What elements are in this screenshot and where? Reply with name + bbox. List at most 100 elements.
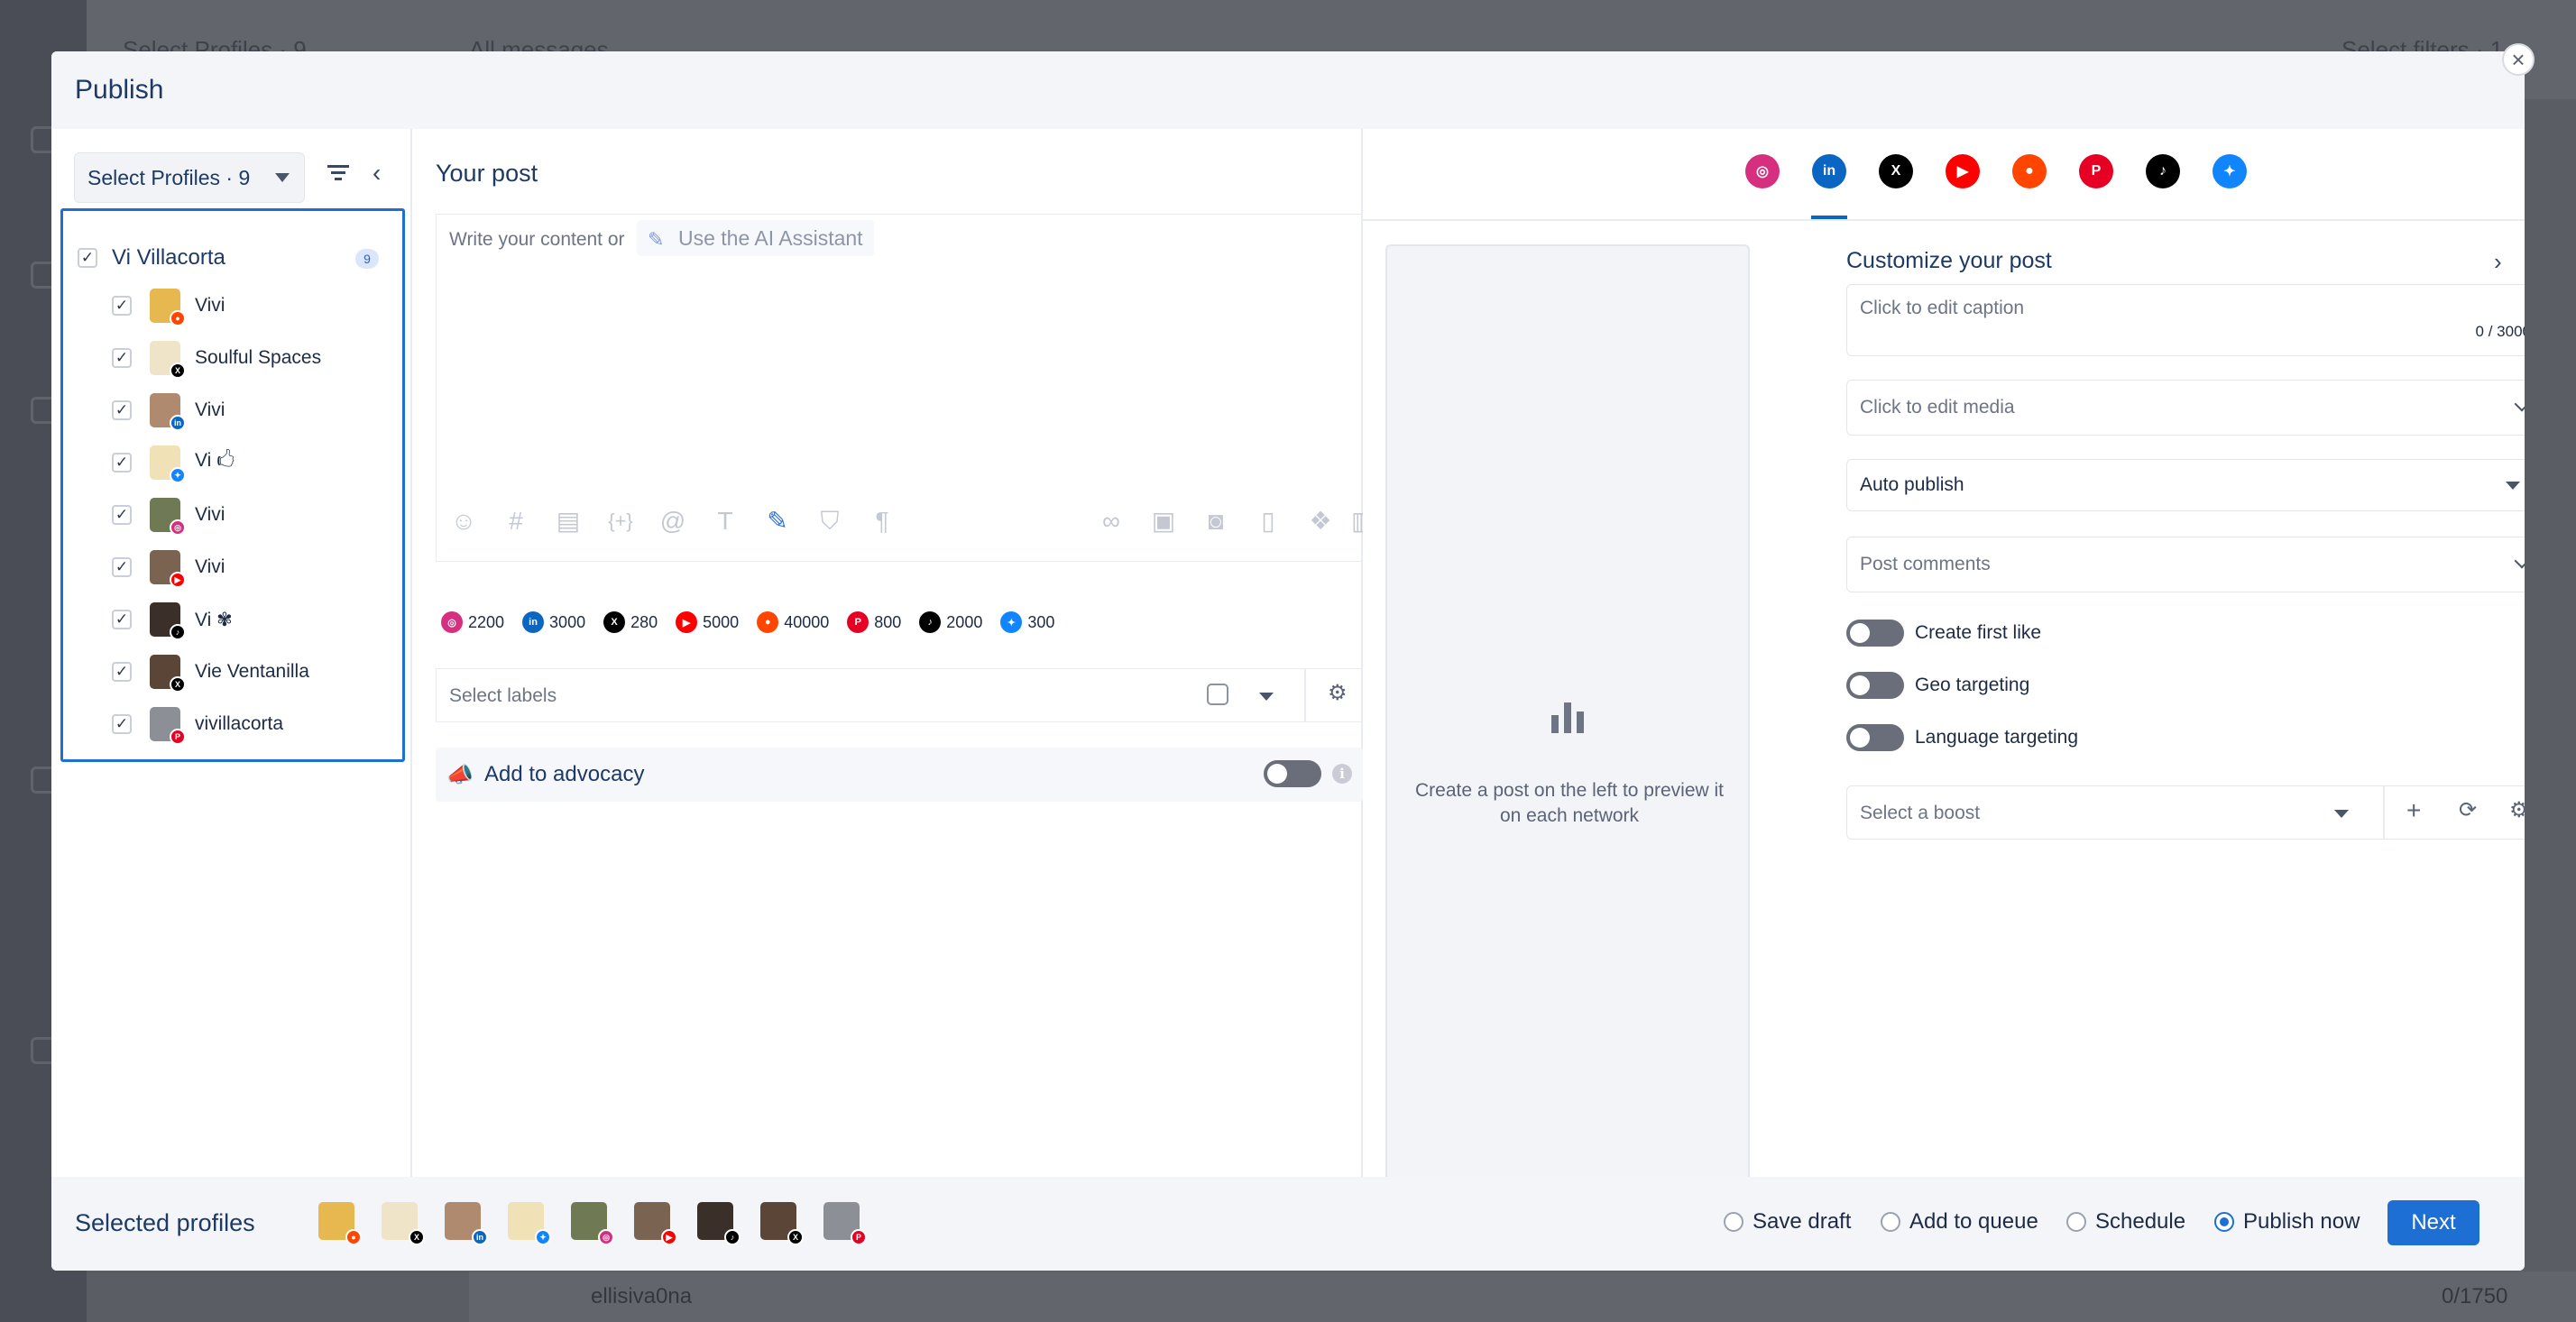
profile-row[interactable]: ✓ ▶ Vivi — [112, 545, 225, 590]
profile-row[interactable]: ✓ in Vivi — [112, 388, 225, 433]
profile-checkbox[interactable]: ✓ — [112, 400, 132, 420]
selected-profile-avatar[interactable]: ◎ — [571, 1202, 614, 1245]
media-field[interactable]: Click to edit media — [1846, 380, 2525, 436]
gear-icon[interactable]: ⚙ — [1328, 680, 1348, 706]
tab-reddit-icon[interactable]: ● — [2012, 154, 2047, 188]
profile-row[interactable]: ✓ X Soulful Spaces — [112, 335, 321, 381]
selected-profile-avatar[interactable]: X — [382, 1202, 425, 1245]
profile-group[interactable]: ✓ Vi Villacorta 9 — [78, 242, 384, 274]
radio-button[interactable] — [1881, 1212, 1900, 1232]
profile-checkbox[interactable]: ✓ — [112, 453, 132, 473]
emoji-icon[interactable]: ☺ — [449, 507, 478, 536]
caret-down-icon[interactable] — [1259, 693, 1274, 701]
caret-down-icon — [2334, 810, 2349, 818]
text-format-icon[interactable]: T — [711, 507, 740, 536]
shield-icon[interactable]: ⛉ — [815, 507, 844, 536]
tab-linkedin-icon[interactable]: in — [1812, 154, 1846, 188]
radio-button[interactable] — [1724, 1212, 1743, 1232]
video-icon[interactable]: ▣ — [1149, 507, 1178, 536]
link-icon[interactable]: ∞ — [1097, 507, 1126, 536]
radio-button[interactable] — [2066, 1212, 2086, 1232]
profile-row[interactable]: ✓ ♪ Vi ✾ — [112, 597, 233, 642]
document-icon[interactable]: ▯ — [1254, 507, 1283, 536]
profile-row[interactable]: ✓ ✦ Vi 🖒 — [112, 440, 235, 485]
editor-placeholder: Write your content or — [449, 229, 625, 250]
selected-profile-avatar[interactable]: X — [760, 1202, 804, 1245]
tab-youtube-icon[interactable]: ▶ — [1946, 154, 1980, 188]
copy-labels-icon[interactable] — [1207, 684, 1228, 705]
profile-name: Vi 🖒 — [195, 449, 235, 471]
radio-button[interactable] — [2214, 1212, 2234, 1232]
selected-profile-avatar[interactable]: P — [823, 1202, 867, 1245]
advocacy-toggle[interactable] — [1264, 760, 1321, 787]
group-name: Vi Villacorta — [112, 245, 225, 270]
toggle-geo-targeting[interactable]: Geo targeting — [1846, 670, 2029, 701]
toggle-create-first-like[interactable]: Create first like — [1846, 618, 2041, 648]
info-icon[interactable]: i — [1332, 764, 1352, 784]
geo-targeting-toggle[interactable] — [1846, 672, 1904, 699]
tab-x-icon[interactable]: X — [1879, 154, 1913, 188]
option-publish-now[interactable]: Publish now — [2214, 1209, 2360, 1235]
profile-row[interactable]: ✓ ◎ Vivi — [112, 492, 225, 537]
preview-panel: Create a post on the left to preview it … — [1385, 244, 1750, 1177]
x-badge-icon: X — [409, 1229, 425, 1245]
reddit-badge-icon: ● — [170, 310, 186, 326]
caption-field[interactable]: Click to edit caption 0 / 3000 — [1846, 284, 2525, 356]
profile-row[interactable]: ✓ ● Vivi — [112, 283, 225, 328]
selected-profile-avatar[interactable]: in — [445, 1202, 488, 1245]
option-add-to-queue[interactable]: Add to queue — [1881, 1209, 2038, 1235]
profile-row[interactable]: ✓ X Vie Ventanilla — [112, 649, 309, 694]
variable-icon[interactable]: {+} — [606, 507, 635, 536]
preview-area: Create a post on the left to preview it … — [1363, 221, 1819, 1177]
char-limit-tiktok: ♪ 2000 — [919, 611, 982, 633]
hashtag-icon[interactable]: # — [501, 507, 530, 536]
publish-mode-select[interactable]: Auto publish — [1846, 459, 2525, 511]
profile-checkbox[interactable]: ✓ — [112, 714, 132, 734]
next-button[interactable]: Next — [2387, 1200, 2479, 1245]
selected-profile-avatar[interactable]: ♪ — [697, 1202, 741, 1245]
select-profiles-dropdown[interactable]: Select Profiles · 9 — [74, 152, 305, 203]
tab-instagram-icon[interactable]: ◎ — [1745, 154, 1780, 188]
camera-icon[interactable]: ◙ — [1201, 507, 1230, 536]
chevron-left-icon[interactable]: ‹ — [373, 161, 394, 186]
labels-select[interactable]: Select labels ⚙ — [436, 668, 1363, 722]
selected-profile-avatar[interactable]: ● — [318, 1202, 362, 1245]
pinterest-icon: P — [847, 611, 869, 633]
ai-wand-icon[interactable]: ✎ — [763, 507, 792, 536]
tab-tiktok-icon[interactable]: ♪ — [2146, 154, 2180, 188]
profile-checkbox[interactable]: ✓ — [112, 505, 132, 525]
language-targeting-toggle[interactable] — [1846, 724, 1904, 751]
option-save-draft[interactable]: Save draft — [1724, 1209, 1851, 1235]
select-profiles-label: Select Profiles · 9 — [87, 165, 251, 189]
selected-profile-avatar[interactable]: ▶ — [634, 1202, 677, 1245]
close-icon[interactable]: × — [2502, 43, 2535, 76]
profile-checkbox[interactable]: ✓ — [112, 296, 132, 316]
gear-icon[interactable]: ⚙ — [2509, 797, 2525, 824]
refresh-icon[interactable]: ⟳ — [2459, 797, 2477, 824]
first-like-toggle[interactable] — [1846, 620, 1904, 647]
chevron-right-icon[interactable]: › — [2494, 248, 2502, 276]
media-library-icon[interactable]: ❖ — [1306, 507, 1335, 536]
bar-chart-icon — [1550, 697, 1586, 733]
add-boost-icon[interactable]: + — [2406, 797, 2421, 824]
tab-bluesky-icon[interactable]: ✦ — [2213, 154, 2247, 188]
profile-checkbox[interactable]: ✓ — [112, 610, 132, 629]
toggle-language-targeting[interactable]: Language targeting — [1846, 722, 2078, 753]
boost-select[interactable]: Select a boost + ⟳ ⚙ — [1846, 785, 2525, 840]
group-checkbox[interactable]: ✓ — [78, 248, 97, 268]
selected-profile-avatar[interactable]: ✦ — [508, 1202, 551, 1245]
mention-icon[interactable]: @ — [658, 507, 687, 536]
filter-icon[interactable] — [326, 163, 351, 183]
post-comments-field[interactable]: Post comments — [1846, 537, 2525, 592]
profile-checkbox[interactable]: ✓ — [112, 348, 132, 368]
post-editor[interactable]: Write your content or ✎ Use the AI Assis… — [436, 214, 1375, 562]
profile-checkbox[interactable]: ✓ — [112, 662, 132, 682]
paragraph-icon[interactable]: ¶ — [868, 507, 897, 536]
ai-assistant-button[interactable]: ✎ Use the AI Assistant — [637, 220, 874, 256]
snippet-icon[interactable]: ▤ — [554, 507, 583, 536]
tab-pinterest-icon[interactable]: P — [2079, 154, 2113, 188]
profile-checkbox[interactable]: ✓ — [112, 557, 132, 577]
profile-row[interactable]: ✓ Pvivillacorta — [112, 702, 283, 747]
option-schedule[interactable]: Schedule — [2066, 1209, 2185, 1235]
profiles-panel: Select Profiles · 9 ‹ ✓ Vi Villacorta 9 … — [51, 129, 412, 1177]
